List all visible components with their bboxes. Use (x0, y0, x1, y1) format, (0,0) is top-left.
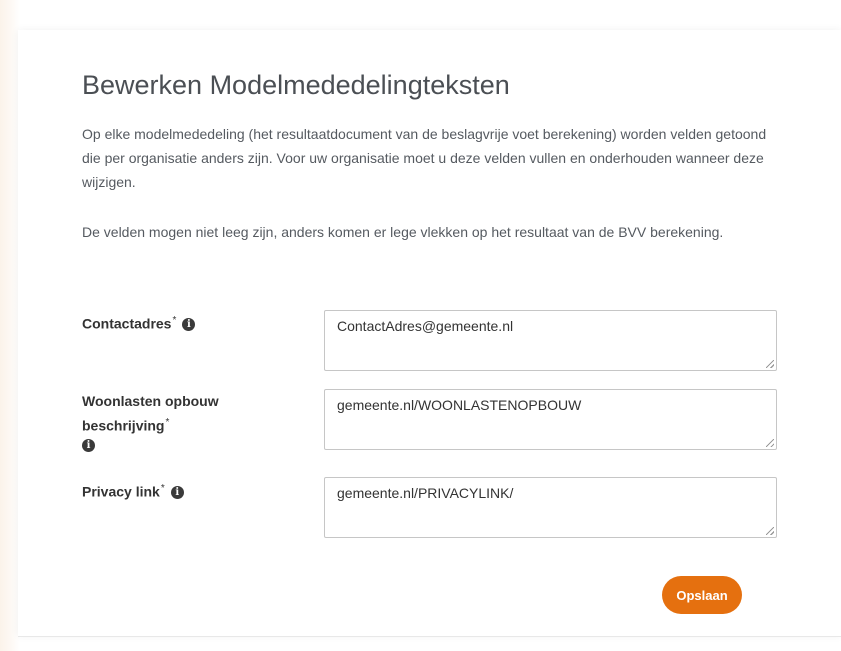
intro-text: Op elke modelmededeling (het resultaatdo… (82, 126, 767, 190)
field-value: gemeente.nl/PRIVACYLINK/ (337, 485, 514, 501)
field-label-privacy-link: Privacy link* i (82, 478, 184, 503)
form-card: Bewerken Modelmededelingteksten Op elke … (18, 30, 841, 636)
required-marker: * (172, 315, 177, 326)
info-icon[interactable]: i (182, 318, 196, 332)
field-value: ContactAdres@gemeente.nl (337, 318, 514, 334)
save-button[interactable]: Opslaan (662, 576, 742, 614)
field-label-woonlasten: Woonlasten opbouw beschrijving* i (82, 390, 272, 452)
resize-handle-icon[interactable] (766, 360, 774, 368)
privacy-link-field[interactable]: gemeente.nl/PRIVACYLINK/ (324, 477, 777, 538)
required-marker: * (160, 483, 165, 494)
field-label-contactadres: Contactadres* i (82, 310, 196, 335)
resize-handle-icon[interactable] (766, 527, 774, 535)
page: Bewerken Modelmededelingteksten Op elke … (0, 0, 841, 651)
divider (18, 636, 841, 637)
required-marker: * (165, 417, 170, 428)
contactadres-field[interactable]: ContactAdres@gemeente.nl (324, 310, 777, 371)
field-value: gemeente.nl/WOONLASTENOPBOUW (337, 397, 582, 413)
info-icon[interactable]: i (82, 438, 95, 452)
resize-handle-icon[interactable] (766, 439, 774, 447)
label-text: Woonlasten opbouw beschrijving (82, 393, 219, 434)
woonlasten-field[interactable]: gemeente.nl/WOONLASTENOPBOUW (324, 389, 777, 450)
warning-text: De velden mogen niet leeg zijn, anders k… (82, 224, 724, 240)
label-text: Privacy link (82, 483, 160, 500)
label-text: Contactadres (82, 315, 172, 332)
page-title: Bewerken Modelmededelingteksten (82, 70, 510, 100)
info-icon[interactable]: i (170, 486, 184, 500)
